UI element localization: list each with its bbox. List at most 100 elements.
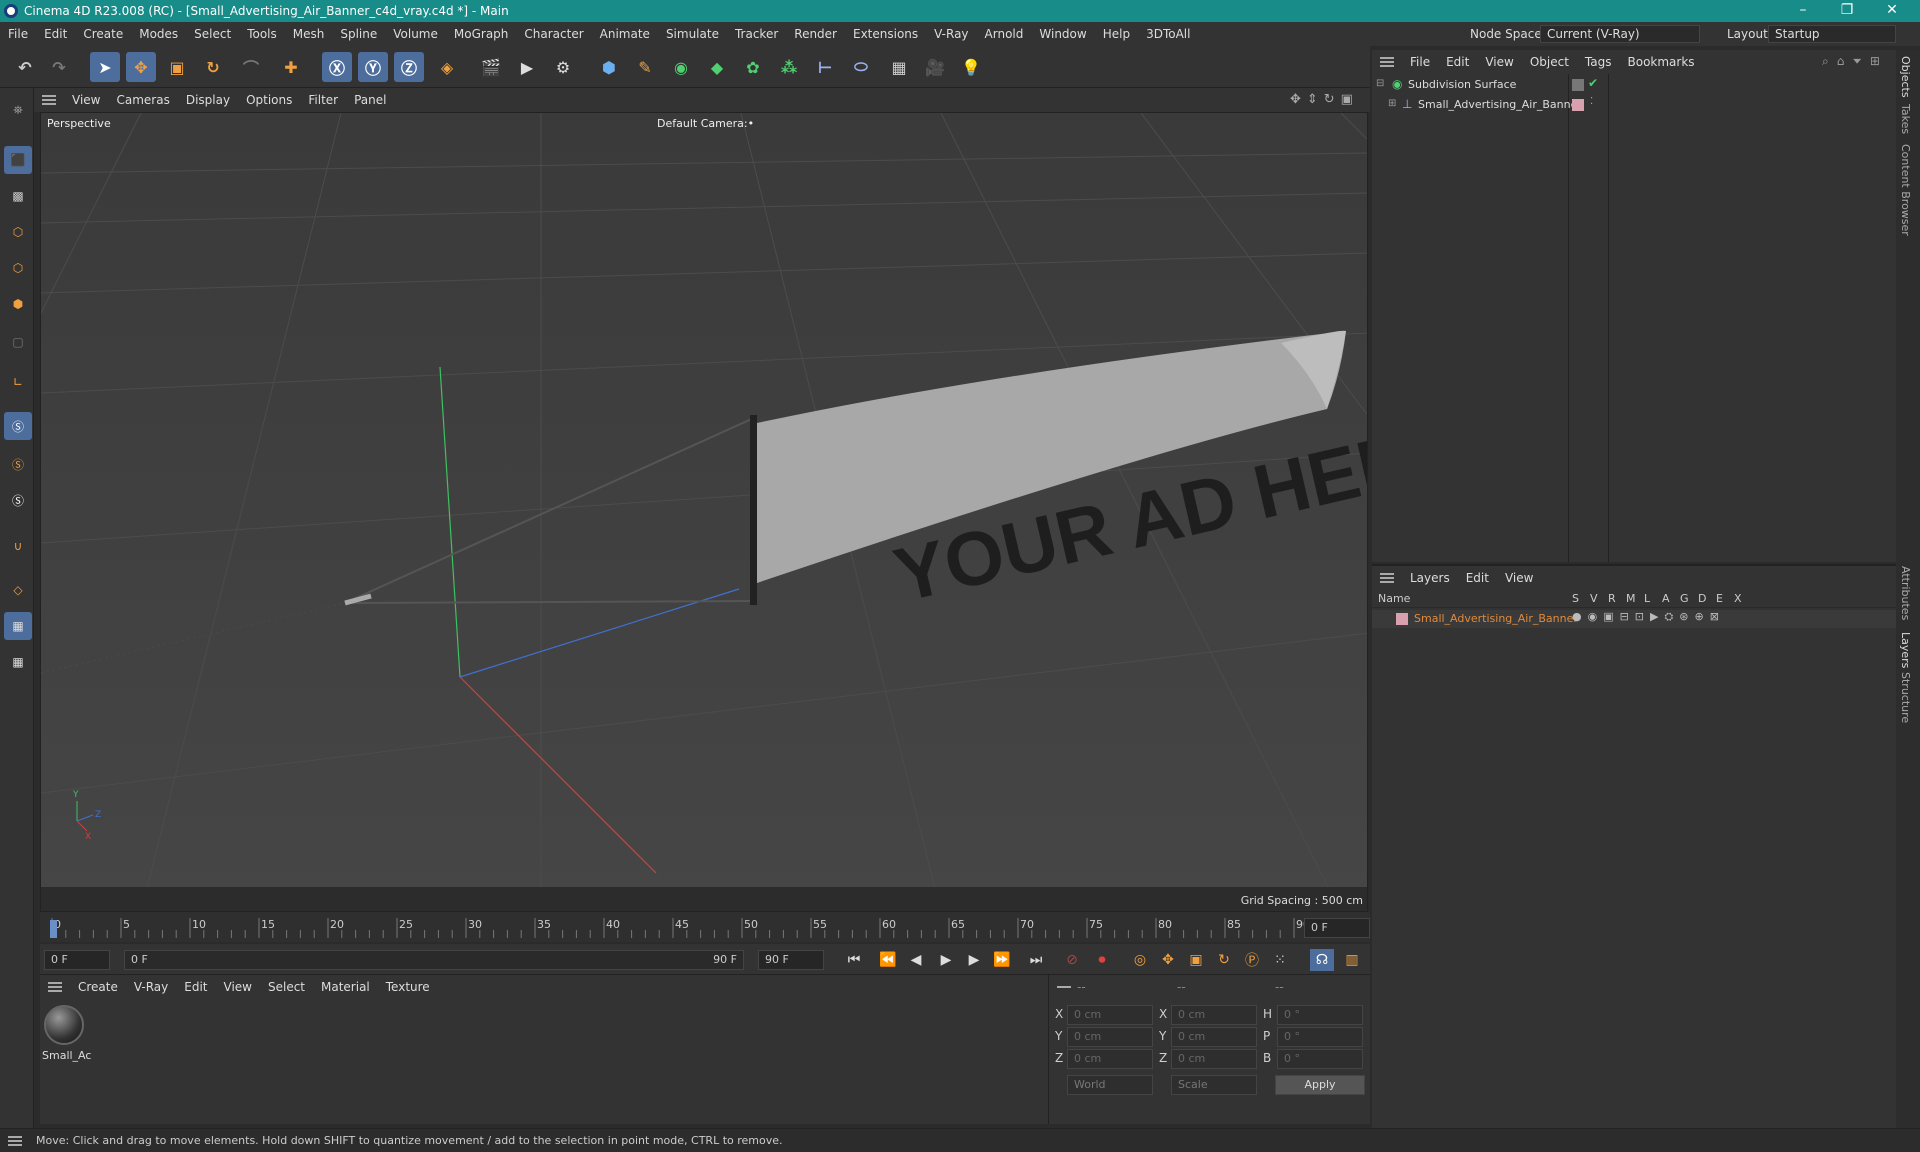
light-icon[interactable]: 💡: [956, 52, 986, 82]
previous-key-icon[interactable]: ⏪: [876, 949, 900, 971]
workplane-icon[interactable]: ◇: [4, 576, 32, 604]
quantize-icon[interactable]: Ⓢ: [4, 486, 32, 514]
viewport-menu-view[interactable]: View: [64, 93, 108, 107]
y-axis-lock-icon[interactable]: Ⓨ: [358, 52, 388, 82]
collapse-icon[interactable]: ⊟: [1376, 78, 1384, 89]
record-keys-icon[interactable]: ⊘: [1060, 949, 1084, 971]
key-position-icon[interactable]: ✥: [1156, 949, 1180, 971]
layer-menu-layers[interactable]: Layers: [1402, 571, 1458, 585]
menu-arnold[interactable]: Arnold: [977, 27, 1032, 41]
menu-help[interactable]: Help: [1095, 27, 1138, 41]
pos-z-field[interactable]: 0 cm: [1067, 1049, 1153, 1069]
layer-row[interactable]: Small_Advertising_Air_Banner ●◉▣⊟⊡▶⛭⊛⊕⊠: [1372, 610, 1896, 628]
menu-simulate[interactable]: Simulate: [658, 27, 727, 41]
maximize-button[interactable]: ❐: [1825, 0, 1869, 22]
menu-tracker[interactable]: Tracker: [727, 27, 786, 41]
locked-workplane-icon[interactable]: ▦: [4, 648, 32, 676]
timeline-ruler[interactable]: 0 5 10 15 20 25 30 35 40 45 50 55 60 65 70 75 80 85 90 0 F: [40, 912, 1370, 942]
object-menu-icon[interactable]: [1380, 57, 1394, 67]
menu-mograph[interactable]: MoGraph: [446, 27, 517, 41]
rot-h-field[interactable]: 0 °: [1277, 1005, 1363, 1025]
magnet-icon[interactable]: ∪: [4, 532, 32, 560]
apply-button[interactable]: Apply: [1275, 1075, 1365, 1095]
menu-extensions[interactable]: Extensions: [845, 27, 926, 41]
redo-icon[interactable]: ↷: [44, 52, 74, 82]
deformer-icon[interactable]: ⊢: [810, 52, 840, 82]
viewport-menu-cameras[interactable]: Cameras: [108, 93, 177, 107]
make-editable-icon[interactable]: ⛯: [4, 96, 32, 124]
menu-character[interactable]: Character: [516, 27, 591, 41]
viewport-nav-icons[interactable]: ✥⇕↻▣: [1290, 92, 1359, 107]
object-menu-file[interactable]: File: [1402, 55, 1438, 69]
subdivision-icon[interactable]: ◉: [666, 52, 696, 82]
menu-window[interactable]: Window: [1031, 27, 1094, 41]
viewport-menu-options[interactable]: Options: [238, 93, 300, 107]
next-key-icon[interactable]: ⏩: [990, 949, 1014, 971]
rot-p-field[interactable]: 0 °: [1277, 1027, 1363, 1047]
viewport-menu-display[interactable]: Display: [178, 93, 238, 107]
undo-icon[interactable]: ↶: [10, 52, 40, 82]
layer-menu-icon[interactable]: [1380, 573, 1394, 583]
menu-tools[interactable]: Tools: [239, 27, 285, 41]
menu-render[interactable]: Render: [786, 27, 845, 41]
object-menu-edit[interactable]: Edit: [1438, 55, 1477, 69]
object-menu-tags[interactable]: Tags: [1577, 55, 1620, 69]
layer-color-tag[interactable]: [1572, 99, 1584, 111]
camera-icon[interactable]: 🎥: [920, 52, 950, 82]
material-menu-vray[interactable]: V-Ray: [126, 980, 176, 994]
render-region-icon[interactable]: 🎬: [476, 52, 506, 82]
material-menu-create[interactable]: Create: [70, 980, 126, 994]
z-axis-lock-icon[interactable]: Ⓩ: [394, 52, 424, 82]
next-frame-icon[interactable]: ▶: [962, 949, 986, 971]
tab-layers[interactable]: Layers: [1899, 632, 1912, 668]
material-menu-view[interactable]: View: [216, 980, 260, 994]
coordinate-system-icon[interactable]: ◈: [432, 52, 462, 82]
enabled-check-icon[interactable]: ✔: [1588, 76, 1598, 90]
menu-spline[interactable]: Spline: [332, 27, 385, 41]
visibility-toggle[interactable]: [1572, 79, 1584, 91]
menu-mesh[interactable]: Mesh: [285, 27, 333, 41]
scale-tool-icon[interactable]: ▣: [162, 52, 192, 82]
layout-dropdown[interactable]: Startup: [1768, 25, 1896, 43]
render-settings-icon[interactable]: ⚙: [548, 52, 578, 82]
object-toolbar-icons[interactable]: ⌕⌂⏷⊞: [1822, 54, 1888, 69]
material-menu-edit[interactable]: Edit: [176, 980, 215, 994]
polygon-mode-icon[interactable]: ⬢: [4, 290, 32, 318]
snap-settings-icon[interactable]: Ⓢ: [4, 450, 32, 478]
uv-mode-icon[interactable]: ▢: [4, 328, 32, 356]
previous-frame-icon[interactable]: ◀: [904, 949, 928, 971]
scale-y-field[interactable]: 0 cm: [1171, 1027, 1257, 1047]
axis-mode-icon[interactable]: ∟: [4, 368, 32, 396]
material-menu-select[interactable]: Select: [260, 980, 313, 994]
key-rotation-icon[interactable]: ◎: [1128, 949, 1152, 971]
floor-icon[interactable]: ▦: [884, 52, 914, 82]
key-param-icon[interactable]: ↻: [1212, 949, 1236, 971]
extrude-icon[interactable]: ◆: [702, 52, 732, 82]
close-window-button[interactable]: ✕: [1870, 0, 1914, 22]
transform-tool-icon[interactable]: ✚: [276, 52, 306, 82]
object-menu-object[interactable]: Object: [1522, 55, 1577, 69]
material-menu-material[interactable]: Material: [313, 980, 378, 994]
menu-vray[interactable]: V-Ray: [926, 27, 976, 41]
timeline-window-icon[interactable]: ▥: [1340, 949, 1364, 971]
current-frame-field[interactable]: 0 F: [1304, 918, 1370, 938]
edge-mode-icon[interactable]: ⬡: [4, 254, 32, 282]
scale-x-field[interactable]: 0 cm: [1171, 1005, 1257, 1025]
viewport-menu-filter[interactable]: Filter: [300, 93, 346, 107]
point-mode-icon[interactable]: ⬡: [4, 218, 32, 246]
menu-select[interactable]: Select: [186, 27, 239, 41]
expand-icon[interactable]: ⊞: [1388, 98, 1396, 109]
layer-menu-view[interactable]: View: [1497, 571, 1541, 585]
rotate-tool-icon[interactable]: ↻: [198, 52, 228, 82]
layer-menu-edit[interactable]: Edit: [1458, 571, 1497, 585]
cloner-icon[interactable]: ✿: [738, 52, 768, 82]
menu-edit[interactable]: Edit: [36, 27, 75, 41]
move-tool-icon[interactable]: ✥: [126, 52, 156, 82]
pos-x-field[interactable]: 0 cm: [1067, 1005, 1153, 1025]
key-dots-icon[interactable]: ⁙: [1268, 949, 1292, 971]
layer-name[interactable]: Small_Advertising_Air_Banner: [1414, 612, 1578, 625]
mograph-icon[interactable]: ⁂: [774, 52, 804, 82]
layer-color-swatch[interactable]: [1396, 613, 1408, 625]
status-menu-icon[interactable]: [8, 1135, 22, 1146]
object-row-subdivision[interactable]: ⊟ ◉ Subdivision Surface ✔: [1372, 76, 1896, 94]
